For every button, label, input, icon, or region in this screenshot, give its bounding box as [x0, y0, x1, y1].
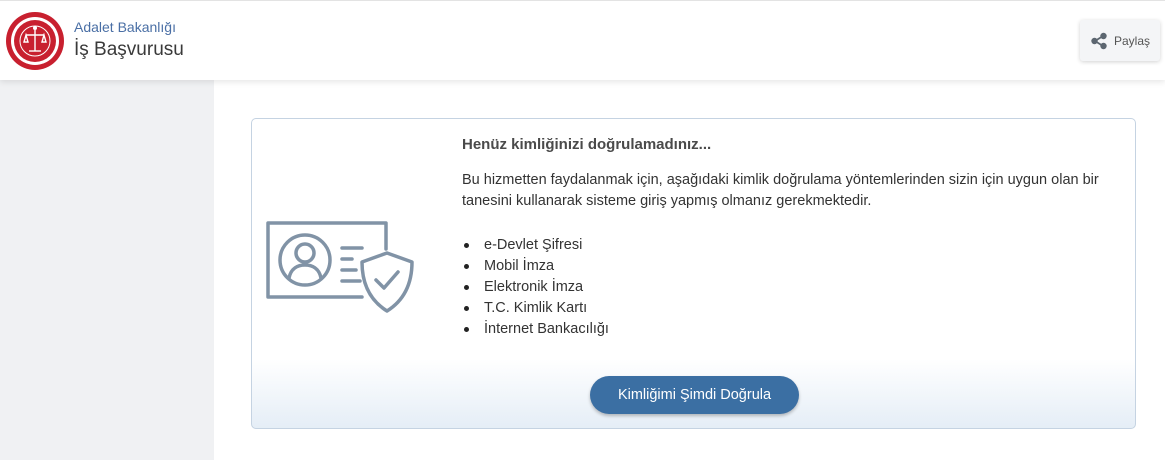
verification-description: Bu hizmetten faydalanmak için, aşağıdaki… [462, 172, 1099, 209]
verification-heading: Henüz kimliğinizi doğrulamadınız... [462, 136, 712, 153]
verify-identity-button[interactable]: Kimliğimi Şimdi Doğrula [590, 376, 799, 414]
ministry-emblem-icon[interactable] [5, 11, 65, 71]
identity-verification-card: Henüz kimliğinizi doğrulamadınız... Bu h… [251, 118, 1136, 429]
verification-methods-list: e-Devlet Şifresi Mobil İmza Elektronik İ… [462, 235, 609, 340]
method-item-id-card: T.C. Kimlik Kartı [462, 298, 609, 319]
method-item-mobile-signature: Mobil İmza [462, 256, 609, 277]
organization-name: Adalet Bakanlığı [74, 19, 176, 35]
method-item-edevlet: e-Devlet Şifresi [462, 235, 609, 256]
verified-id-card-icon [266, 219, 418, 315]
share-button[interactable]: Paylaş [1080, 20, 1160, 61]
service-title: İş Başvurusu [74, 39, 184, 60]
left-sidebar [0, 80, 214, 460]
method-item-internet-banking: İnternet Bankacılığı [462, 319, 609, 340]
share-label: Paylaş [1113, 33, 1151, 48]
share-icon [1091, 32, 1107, 49]
method-item-electronic-signature: Elektronik İmza [462, 277, 609, 298]
top-header: Adalet Bakanlığı İş Başvurusu Paylaş [0, 0, 1165, 80]
